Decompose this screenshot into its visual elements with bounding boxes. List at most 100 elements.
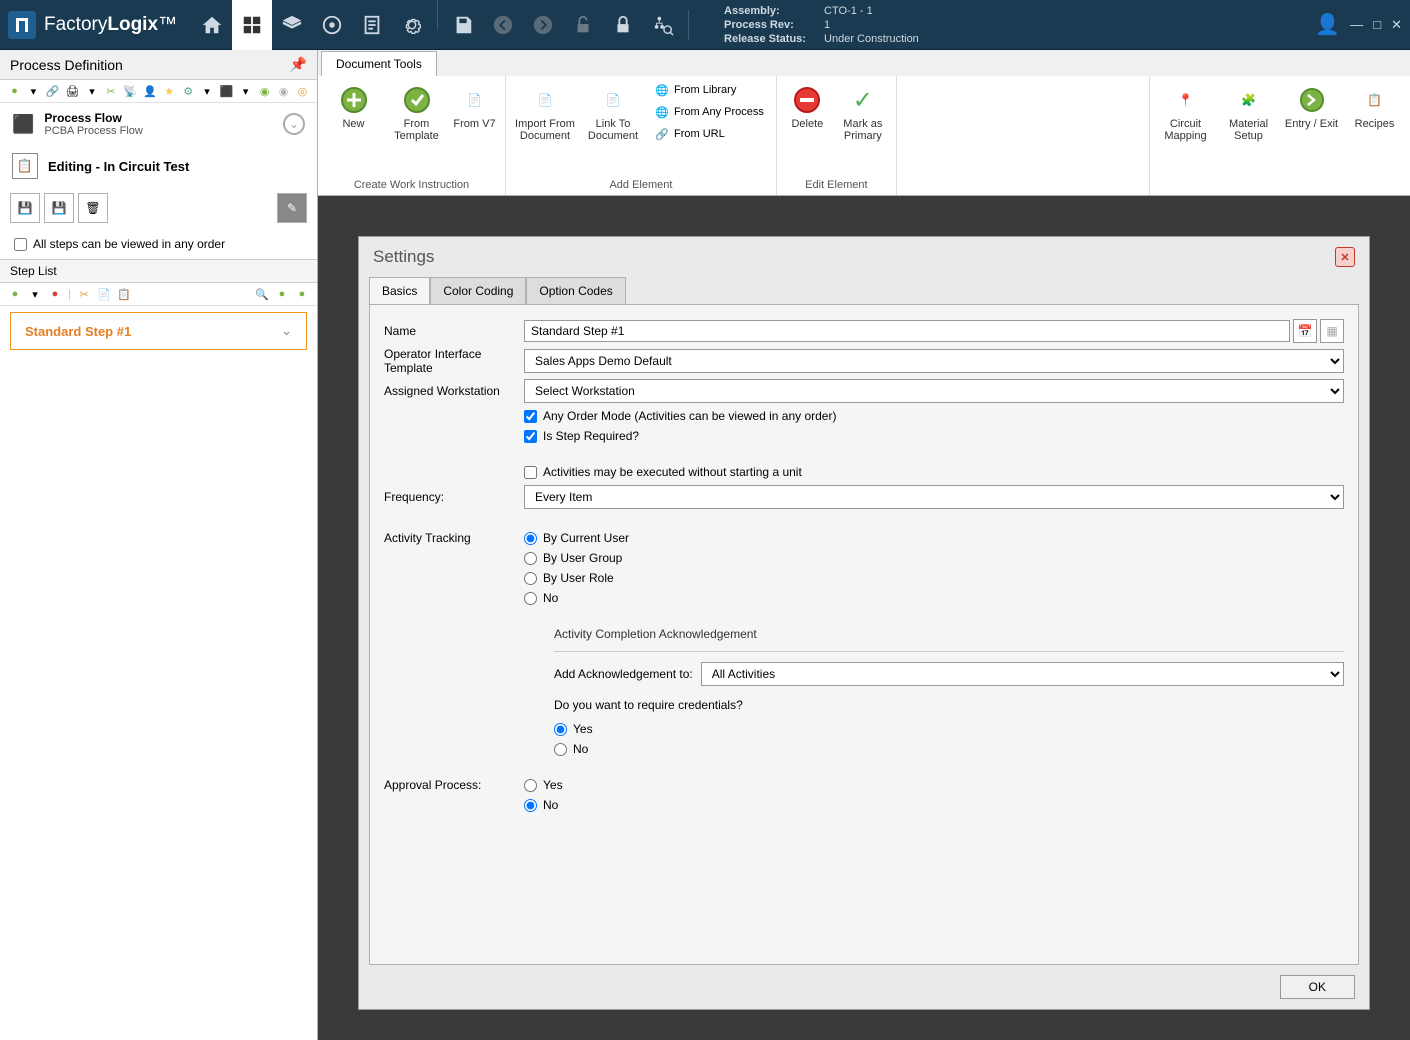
up-icon[interactable]: ● bbox=[275, 287, 289, 301]
ok-button[interactable]: OK bbox=[1280, 975, 1355, 999]
user-icon[interactable]: 👤 bbox=[1315, 12, 1340, 37]
delete-button[interactable]: Delete bbox=[785, 80, 830, 130]
step-item[interactable]: Standard Step #1 ⌄ bbox=[10, 312, 307, 350]
star-icon[interactable]: ★ bbox=[163, 84, 176, 98]
home-icon[interactable] bbox=[192, 0, 232, 50]
by-current-user-radio[interactable] bbox=[524, 532, 537, 545]
process-flow-title: Process Flow bbox=[44, 111, 273, 125]
lock-icon[interactable] bbox=[603, 0, 643, 50]
entry-exit-button[interactable]: Entry / Exit bbox=[1284, 80, 1339, 130]
add-step-icon[interactable]: ● bbox=[8, 287, 22, 301]
trash-icon[interactable]: 🗑 bbox=[78, 193, 108, 223]
process-flow-row[interactable]: ⬛ Process Flow PCBA Process Flow ⌄ bbox=[0, 103, 317, 145]
material-setup-button[interactable]: 🧩 Material Setup bbox=[1221, 80, 1276, 142]
remove-step-icon[interactable]: ● bbox=[48, 287, 62, 301]
box-icon[interactable]: ⬛ bbox=[220, 84, 234, 98]
mark-primary-button[interactable]: ✓ Mark as Primary bbox=[838, 80, 888, 142]
add-icon[interactable]: ● bbox=[8, 84, 21, 98]
chain-icon[interactable]: 🔗 bbox=[46, 84, 60, 98]
close-settings-icon[interactable]: ✕ bbox=[1335, 247, 1355, 267]
unlock-icon[interactable] bbox=[563, 0, 603, 50]
app-logo-text: FactoryLogix™ bbox=[44, 14, 177, 36]
tab-option-codes[interactable]: Option Codes bbox=[526, 277, 625, 304]
back-icon[interactable] bbox=[483, 0, 523, 50]
tab-color-coding[interactable]: Color Coding bbox=[430, 277, 526, 304]
minimize-icon[interactable]: — bbox=[1350, 17, 1363, 32]
name-picker-icon[interactable]: 📅 bbox=[1293, 319, 1317, 343]
dropdown3-icon[interactable]: ▾ bbox=[201, 84, 214, 98]
antenna-icon[interactable]: 📡 bbox=[123, 84, 137, 98]
print-icon[interactable]: 🖨 bbox=[66, 84, 80, 98]
name-input[interactable] bbox=[524, 320, 1290, 342]
approval-label: Approval Process: bbox=[384, 778, 524, 792]
op-template-select[interactable]: Sales Apps Demo Default bbox=[524, 349, 1344, 373]
ack-title: Activity Completion Acknowledgement bbox=[554, 627, 1344, 641]
from-library-button[interactable]: 🌐From Library bbox=[650, 80, 768, 100]
by-user-role-radio[interactable] bbox=[524, 572, 537, 585]
step-dropdown-icon[interactable]: ▾ bbox=[28, 287, 42, 301]
tab-basics[interactable]: Basics bbox=[369, 277, 430, 304]
close-window-icon[interactable]: ✕ bbox=[1391, 17, 1402, 33]
down-icon[interactable]: ● bbox=[295, 287, 309, 301]
save-blue-icon[interactable]: 💾 bbox=[44, 193, 74, 223]
credentials-question: Do you want to require credentials? bbox=[554, 698, 1344, 712]
credentials-no-radio[interactable] bbox=[554, 743, 567, 756]
without-unit-label: Activities may be executed without start… bbox=[543, 465, 802, 479]
name-label: Name bbox=[384, 324, 524, 338]
recipes-button[interactable]: 📋 Recipes bbox=[1347, 80, 1402, 130]
save-disk-icon[interactable]: 💾 bbox=[10, 193, 40, 223]
expand-arrow-icon[interactable]: ⌄ bbox=[283, 113, 305, 135]
target-icon[interactable] bbox=[312, 0, 352, 50]
cut-icon[interactable]: ✂ bbox=[104, 84, 117, 98]
workstation-select[interactable]: Select Workstation bbox=[524, 379, 1344, 403]
cancel-circle-icon[interactable]: ◉ bbox=[277, 84, 290, 98]
hierarchy-search-icon[interactable] bbox=[643, 0, 683, 50]
person-icon[interactable]: 👤 bbox=[143, 84, 157, 98]
checklist-icon: 📋 bbox=[12, 153, 38, 179]
credentials-yes-radio[interactable] bbox=[554, 723, 567, 736]
chevron-down-icon[interactable]: ⌄ bbox=[281, 323, 292, 339]
check-circle-icon[interactable]: ◉ bbox=[258, 84, 271, 98]
pin-icon[interactable]: 📌 bbox=[290, 56, 307, 73]
frequency-select[interactable]: Every Item bbox=[524, 485, 1344, 509]
link-to-doc-button[interactable]: 📄 Link To Document bbox=[584, 80, 642, 142]
stack-icon[interactable] bbox=[272, 0, 312, 50]
settings-title: Settings bbox=[373, 247, 434, 267]
grid-icon[interactable] bbox=[232, 0, 272, 50]
dropdown-icon[interactable]: ▾ bbox=[27, 84, 40, 98]
ribbon-tab-document-tools[interactable]: Document Tools bbox=[321, 51, 437, 76]
approval-yes-radio[interactable] bbox=[524, 779, 537, 792]
by-user-group-radio[interactable] bbox=[524, 552, 537, 565]
gear-icon[interactable] bbox=[392, 0, 432, 50]
target2-icon[interactable]: ◎ bbox=[296, 84, 309, 98]
ack-select[interactable]: All Activities bbox=[701, 662, 1344, 686]
import-from-doc-button[interactable]: 📄 Import From Document bbox=[514, 80, 576, 142]
from-template-button[interactable]: From Template bbox=[389, 80, 444, 142]
any-order-checkbox[interactable] bbox=[14, 238, 27, 251]
forward-icon[interactable] bbox=[523, 0, 563, 50]
settings-panel: Settings ✕ Basics Color Coding Option Co… bbox=[358, 236, 1370, 1010]
copy-icon[interactable]: 📄 bbox=[97, 287, 111, 301]
from-v7-button[interactable]: 📄 From V7 bbox=[452, 80, 497, 130]
any-order-mode-checkbox[interactable] bbox=[524, 410, 537, 423]
paste-icon[interactable]: 📋 bbox=[117, 287, 131, 301]
save-icon[interactable] bbox=[443, 0, 483, 50]
dropdown2-icon[interactable]: ▾ bbox=[86, 84, 99, 98]
cut2-icon[interactable]: ✂ bbox=[77, 287, 91, 301]
maximize-icon[interactable]: □ bbox=[1373, 17, 1381, 32]
without-unit-checkbox[interactable] bbox=[524, 466, 537, 479]
approval-no-radio[interactable] bbox=[524, 799, 537, 812]
dropdown4-icon[interactable]: ▾ bbox=[239, 84, 252, 98]
document-icon[interactable] bbox=[352, 0, 392, 50]
step-required-checkbox[interactable] bbox=[524, 430, 537, 443]
top-toolbar: FactoryLogix™ Assembly:CTO-1 - 1 Process… bbox=[0, 0, 1410, 50]
tracking-no-radio[interactable] bbox=[524, 592, 537, 605]
from-any-process-button[interactable]: 🌐From Any Process bbox=[650, 102, 768, 122]
circuit-mapping-button[interactable]: 📍 Circuit Mapping bbox=[1158, 80, 1213, 142]
edit-pencil-icon[interactable]: ✎ bbox=[277, 193, 307, 223]
new-button[interactable]: New bbox=[326, 80, 381, 130]
name-grid-icon[interactable]: ▦ bbox=[1320, 319, 1344, 343]
gear2-icon[interactable]: ⚙ bbox=[182, 84, 195, 98]
from-url-button[interactable]: 🔗From URL bbox=[650, 124, 768, 144]
search-icon[interactable]: 🔍 bbox=[255, 287, 269, 301]
